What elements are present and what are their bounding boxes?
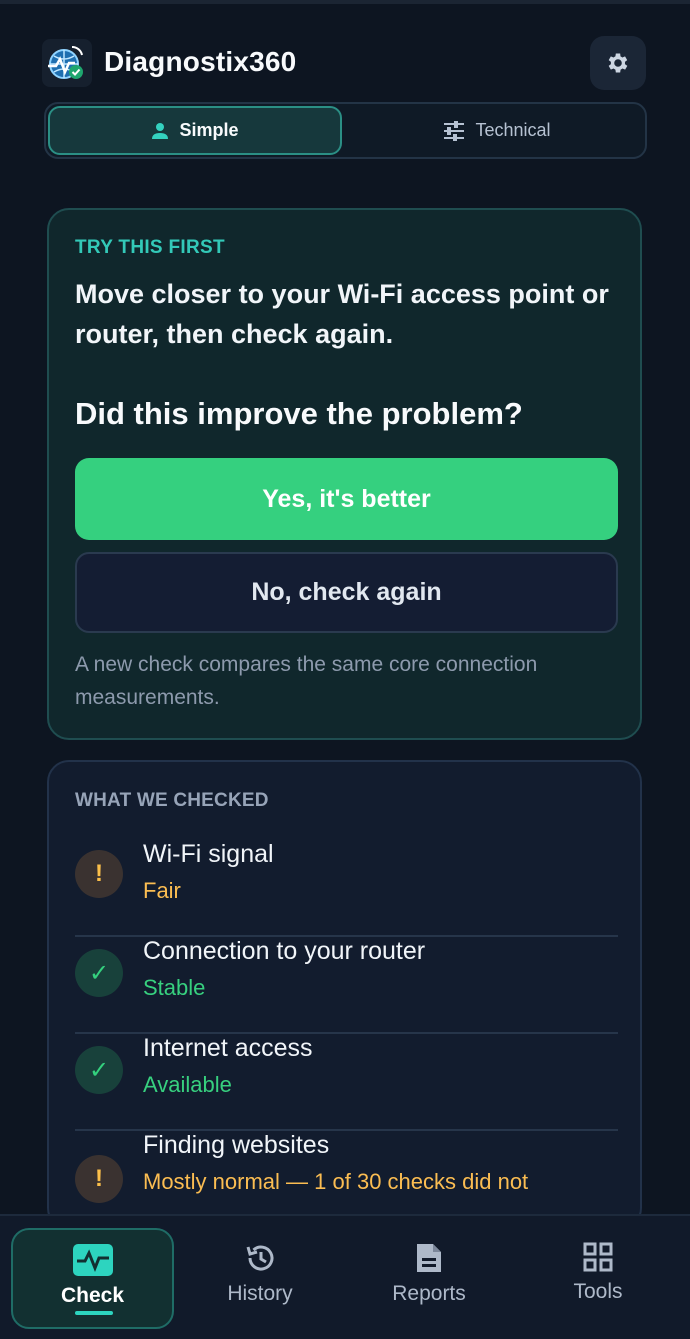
try-card-instruction: Move closer to your Wi-Fi access point o… — [75, 279, 609, 349]
checkmark-icon: ✓ — [75, 949, 123, 997]
check-again-button[interactable]: No, check again — [75, 552, 618, 633]
nav-history-label: History — [227, 1282, 293, 1305]
nav-tools-label: Tools — [573, 1280, 623, 1303]
improvement-question: Did this improve the problem? — [75, 396, 523, 431]
check-item-title: Finding websites — [143, 1131, 330, 1159]
document-icon — [417, 1244, 441, 1272]
try-this-first-card: TRY THIS FIRST Move closer to your Wi-Fi… — [47, 208, 642, 740]
history-icon — [246, 1245, 274, 1271]
simple-mode-label: Simple — [179, 120, 239, 140]
status-strip — [0, 0, 690, 4]
checkmark-icon: ✓ — [75, 1046, 123, 1094]
warning-icon: ! — [75, 850, 123, 898]
pulse-icon — [72, 1244, 113, 1276]
check-hint-text: A new check compares the same core conne… — [75, 653, 538, 709]
check-item-title: Internet access — [143, 1034, 313, 1062]
nav-check[interactable]: Check — [11, 1228, 174, 1329]
gear-icon — [608, 53, 628, 73]
nav-reports-label: Reports — [392, 1282, 466, 1305]
person-icon — [152, 122, 169, 139]
app-title: Diagnostix360 — [104, 46, 297, 77]
what-we-checked-card: WHAT WE CHECKED ! Wi-Fi signal Fair ✓ Co… — [47, 760, 642, 1230]
settings-button[interactable] — [590, 36, 646, 90]
check-item-title: Wi-Fi signal — [143, 840, 274, 868]
app-logo-icon — [42, 39, 92, 87]
try-card-eyebrow: TRY THIS FIRST — [75, 237, 225, 258]
check-item-status: Stable — [143, 975, 206, 1000]
checked-card-eyebrow: WHAT WE CHECKED — [75, 790, 269, 811]
bottom-navigation: Check History Reports Tools — [0, 1214, 690, 1339]
technical-mode-label: Technical — [475, 120, 551, 140]
nav-history[interactable]: History — [179, 1228, 341, 1330]
check-item-router-connection[interactable]: ✓ Connection to your router Stable — [75, 937, 618, 1034]
nav-check-label: Check — [60, 1284, 125, 1307]
nav-reports[interactable]: Reports — [348, 1228, 510, 1330]
mode-toggle: Simple Technical — [44, 102, 647, 159]
check-item-internet-access[interactable]: ✓ Internet access Available — [75, 1034, 618, 1131]
check-item-wifi-signal[interactable]: ! Wi-Fi signal Fair — [75, 840, 618, 937]
technical-mode-button[interactable]: Technical — [350, 106, 644, 155]
grid-icon — [583, 1242, 613, 1272]
nav-tools[interactable]: Tools — [517, 1228, 679, 1330]
sliders-icon — [444, 120, 465, 141]
active-indicator — [75, 1311, 113, 1315]
check-item-status: Fair — [143, 878, 181, 903]
yes-better-button[interactable]: Yes, it's better — [75, 458, 618, 540]
simple-mode-button[interactable]: Simple — [48, 106, 342, 155]
warning-icon: ! — [75, 1155, 123, 1203]
check-item-status: Mostly normal — 1 of 30 checks did not — [143, 1169, 529, 1194]
check-item-status: Available — [143, 1072, 232, 1097]
check-item-title: Connection to your router — [143, 937, 426, 965]
app-header: Diagnostix360 — [42, 36, 648, 90]
